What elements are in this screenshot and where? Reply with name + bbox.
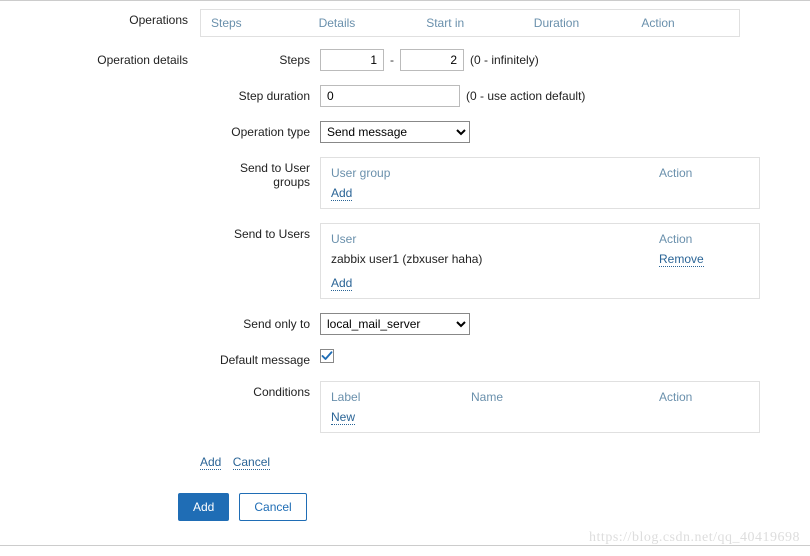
users-row-user: zabbix user1 (zbxuser haha) — [331, 252, 659, 266]
inline-cancel-link[interactable]: Cancel — [233, 455, 270, 470]
conditions-col-label: Label — [331, 390, 471, 404]
step-duration-input[interactable] — [320, 85, 460, 107]
steps-label: Steps — [200, 49, 320, 67]
operations-label: Operations — [0, 9, 200, 27]
step-duration-label: Step duration — [200, 85, 320, 103]
send-to-users-label: Send to Users — [200, 223, 320, 241]
operation-type-label: Operation type — [200, 121, 320, 139]
steps-dash: - — [390, 53, 394, 67]
ops-col-startin: Start in — [416, 10, 524, 36]
operation-type-select[interactable]: Send message — [320, 121, 470, 143]
send-only-to-select[interactable]: local_mail_server — [320, 313, 470, 335]
conditions-col-name: Name — [471, 390, 659, 404]
users-add-link[interactable]: Add — [331, 276, 352, 291]
add-button[interactable]: Add — [178, 493, 229, 521]
ops-col-details: Details — [309, 10, 417, 36]
send-to-user-groups-label: Send to User groups — [200, 157, 320, 189]
user-groups-col-action: Action — [659, 166, 749, 180]
ops-col-duration: Duration — [524, 10, 632, 36]
inline-add-link[interactable]: Add — [200, 455, 221, 470]
steps-hint: (0 - infinitely) — [470, 53, 539, 67]
users-col-user: User — [331, 232, 659, 246]
watermark-text: https://blog.csdn.net/qq_40419698 — [589, 530, 800, 546]
default-message-checkbox[interactable] — [320, 349, 334, 363]
conditions-box: Label Name Action New — [320, 381, 760, 433]
conditions-label: Conditions — [200, 381, 320, 399]
steps-to-input[interactable] — [400, 49, 464, 71]
users-row-remove-link[interactable]: Remove — [659, 252, 704, 267]
send-only-to-label: Send only to — [200, 313, 320, 331]
step-duration-hint: (0 - use action default) — [466, 89, 585, 103]
default-message-label: Default message — [200, 349, 320, 367]
conditions-new-link[interactable]: New — [331, 410, 355, 425]
user-groups-col-group: User group — [331, 166, 659, 180]
user-groups-add-link[interactable]: Add — [331, 186, 352, 201]
users-box: User Action zabbix user1 (zbxuser haha) … — [320, 223, 760, 299]
operation-details-label: Operation details — [0, 49, 200, 67]
steps-from-input[interactable] — [320, 49, 384, 71]
user-groups-box: User group Action Add — [320, 157, 760, 209]
users-col-action: Action — [659, 232, 749, 246]
cancel-button[interactable]: Cancel — [239, 493, 306, 521]
check-icon — [321, 350, 333, 362]
ops-col-steps: Steps — [201, 10, 309, 36]
users-row: zabbix user1 (zbxuser haha) Remove — [331, 246, 749, 266]
conditions-col-action: Action — [659, 390, 749, 404]
operations-table-header: Steps Details Start in Duration Action — [200, 9, 740, 37]
ops-col-action: Action — [631, 10, 739, 36]
